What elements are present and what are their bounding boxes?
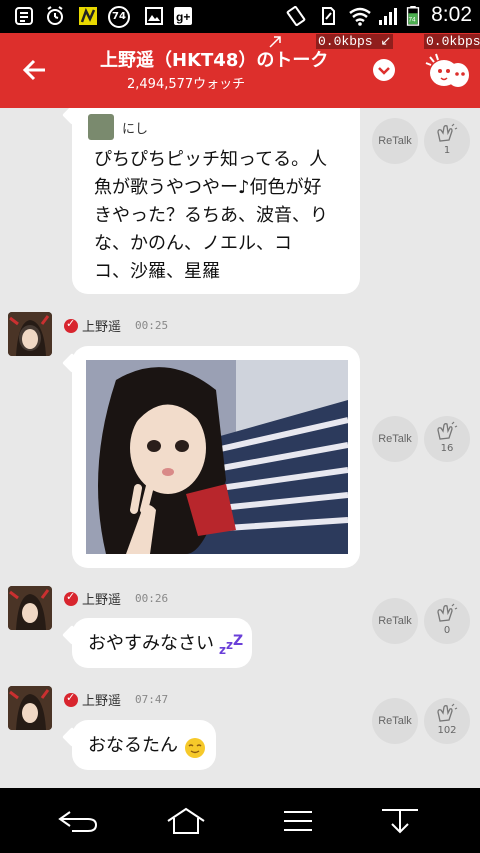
author-name: 上野遥: [82, 320, 122, 335]
image-icon: [145, 7, 163, 25]
message-line: 魚が歌うやつやー♪何色が好: [94, 177, 322, 198]
battery-icon: 74: [406, 6, 420, 26]
notification-list-icon: [15, 7, 33, 25]
clap-count: 1: [443, 145, 451, 156]
chat-list[interactable]: にし ぴちぴちピッチ知ってる。人 魚が歌うやつやー♪何色が好 きやった？るちあ、…: [0, 108, 480, 788]
verified-icon: [64, 317, 78, 333]
retalk-label: ReTalk: [378, 433, 412, 445]
retalk-label: ReTalk: [378, 615, 412, 627]
sim-card-icon: [322, 7, 335, 25]
message-text-wrap: おやすみなさい zzZ: [88, 630, 245, 658]
message-line: な、かのん、ノエル、コ: [94, 233, 292, 254]
message-bubble-quote[interactable]: にし ぴちぴちピッチ知ってる。人 魚が歌うやつやー♪何色が好 きやった？るちあ、…: [72, 108, 360, 294]
author-name: 上野遥: [82, 694, 122, 709]
system-nav-bar: [0, 788, 480, 853]
clock-time: 8:02: [431, 3, 472, 26]
verified-icon: [64, 691, 78, 707]
message-time: 00:25: [135, 319, 169, 332]
clap-count: 16: [440, 443, 454, 454]
clap-count: 0: [443, 625, 451, 636]
clap-button[interactable]: 16: [424, 416, 470, 462]
svg-text:z: z: [219, 643, 226, 656]
page-title: 上野遥（HKT48）のトーク: [100, 50, 329, 71]
message-line: きやった？るちあ、波音、り: [94, 205, 328, 226]
clap-button[interactable]: 1: [424, 118, 470, 164]
svg-text:z: z: [226, 638, 233, 652]
author-name: 上野遥: [82, 593, 122, 608]
quoted-user-avatar: [88, 114, 114, 140]
message-time: 00:26: [135, 592, 169, 605]
wifi-icon: [349, 7, 371, 26]
message-time: 07:47: [135, 693, 169, 706]
message-line: ぴちぴちピッチ知ってる。人: [94, 149, 328, 170]
author-row: 上野遥 00:26: [64, 589, 168, 608]
message-bubble-photo[interactable]: [72, 346, 360, 568]
signal-icon: [379, 8, 397, 25]
clap-hands-icon: [437, 603, 458, 622]
clap-hands-icon: [437, 703, 458, 722]
avatar[interactable]: [8, 312, 52, 356]
retalk-label: ReTalk: [378, 135, 412, 147]
avatar[interactable]: [8, 686, 52, 730]
verified-icon: [64, 590, 78, 606]
app-notification-icon: [79, 7, 97, 25]
back-arrow-icon[interactable]: [18, 53, 52, 87]
status-bar: 74 g+ 74 8:02: [0, 0, 480, 33]
mascot-icon[interactable]: [424, 51, 472, 91]
quoted-user-name: にし: [122, 122, 149, 137]
chevron-down-icon: [378, 67, 390, 75]
smile-face-emoji: [185, 737, 206, 758]
download-speed-value: 0.0kbps: [318, 34, 373, 49]
nav-home-icon[interactable]: [164, 806, 208, 836]
retalk-button[interactable]: ReTalk: [372, 118, 418, 164]
retalk-button[interactable]: ReTalk: [372, 698, 418, 744]
battery-percent-badge: 74: [108, 6, 130, 28]
sleep-zzz-emoji: zzZ: [219, 633, 243, 657]
dropdown-button[interactable]: [373, 59, 395, 81]
clap-button[interactable]: 102: [424, 698, 470, 744]
message-text: ぴちぴちピッチ知ってる。人 魚が歌うやつやー♪何色が好 きやった？るちあ、波音、…: [94, 146, 356, 286]
message-text: おやすみなさい: [88, 633, 214, 654]
avatar[interactable]: [8, 586, 52, 630]
author-row: 上野遥 07:47: [64, 690, 168, 709]
nav-back-icon[interactable]: [56, 806, 100, 836]
retalk-label: ReTalk: [378, 715, 412, 727]
message-line: コ、沙羅、星羅: [94, 261, 220, 282]
svg-text:g+: g+: [176, 10, 190, 24]
retalk-button[interactable]: ReTalk: [372, 416, 418, 462]
google-plus-icon: g+: [174, 7, 192, 25]
watch-count: 2,494,577ウォッチ: [127, 77, 246, 92]
message-text-wrap: おなるたん: [88, 732, 207, 760]
upload-arrow-icon: [269, 36, 281, 48]
clap-hands-icon: [437, 123, 458, 142]
message-text: おなるたん: [88, 735, 178, 756]
upload-speed: 0.0kbps: [424, 34, 480, 49]
svg-text:74: 74: [408, 16, 416, 23]
nav-menu-icon[interactable]: [276, 806, 320, 836]
download-speed: 0.0kbps ↙: [316, 34, 394, 49]
author-row: 上野遥 00:25: [64, 316, 168, 335]
chat-header: 上野遥（HKT48）のトーク 2,494,577ウォッチ 0.0kbps ↙ 0…: [0, 33, 480, 108]
photo-image[interactable]: [86, 360, 348, 554]
alarm-clock-icon: [47, 6, 63, 25]
retalk-button[interactable]: ReTalk: [372, 598, 418, 644]
clap-button[interactable]: 0: [424, 598, 470, 644]
nav-hide-keyboard-icon[interactable]: [378, 806, 422, 836]
svg-text:Z: Z: [233, 634, 243, 649]
message-bubble-text[interactable]: おなるたん: [72, 720, 216, 770]
clap-hands-icon: [437, 421, 458, 440]
message-bubble-text[interactable]: おやすみなさい zzZ: [72, 618, 252, 668]
clap-count: 102: [437, 725, 457, 736]
screen-rotation-icon: [286, 6, 306, 26]
